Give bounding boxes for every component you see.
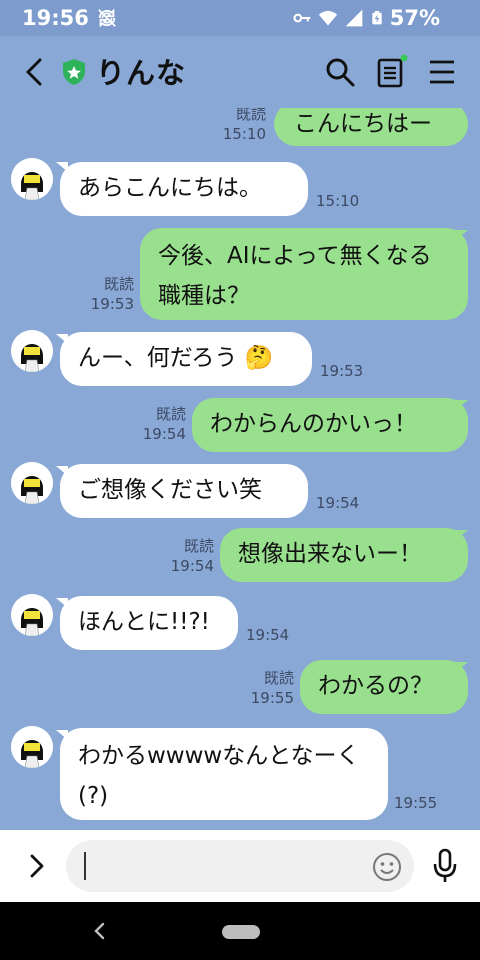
avatar[interactable]	[11, 330, 53, 372]
message-time: 19:54	[316, 494, 360, 512]
chat-title: りんな	[96, 56, 187, 90]
avatar-image	[11, 462, 53, 504]
chat-header: りんな	[0, 36, 480, 108]
wifi-icon	[318, 10, 337, 26]
smiley-icon[interactable]	[372, 852, 402, 882]
message-text: 今後、AIによって無くなる職種は？	[158, 243, 432, 309]
chat-area[interactable]: こんにちはー 既読 15:10 あらこんにちは。 15:10 今後、AIによって…	[0, 108, 480, 830]
status-bar: 19:56 57%	[0, 0, 480, 36]
message-time: 19:55	[250, 689, 294, 707]
read-receipt: 既読	[103, 275, 134, 293]
avatar[interactable]	[11, 594, 53, 636]
note-icon[interactable]	[374, 54, 408, 90]
status-indicators: 57%	[292, 6, 440, 30]
avatar-image	[11, 594, 53, 636]
message-meta: 既読 19:54	[158, 536, 214, 576]
avatar-image	[11, 158, 53, 200]
message-text: んー、何だろう	[78, 345, 238, 371]
sync-off-icon	[98, 8, 116, 28]
message-time: 19:53	[90, 295, 134, 313]
system-nav-bar	[0, 902, 480, 960]
signal-icon	[345, 9, 363, 27]
message-time: 19:53	[320, 362, 364, 380]
message-text: わからんのかいっ！	[210, 411, 417, 437]
message-time: 15:10	[222, 125, 266, 143]
received-message[interactable]: ご想像ください笑	[60, 464, 308, 518]
shield-star-icon	[63, 59, 85, 85]
avatar-image	[11, 330, 53, 372]
avatar[interactable]	[11, 158, 53, 200]
status-time: 19:56	[22, 6, 89, 30]
sent-message[interactable]: わからんのかいっ！	[192, 398, 468, 452]
message-meta: 既読 19:53	[78, 274, 134, 314]
received-message[interactable]: あらこんにちは。	[60, 162, 308, 216]
hamburger-menu-icon[interactable]	[428, 58, 456, 86]
sent-message[interactable]: 今後、AIによって無くなる職種は？	[140, 228, 468, 320]
vpn-key-icon	[293, 13, 311, 23]
chevron-right-icon[interactable]	[22, 850, 52, 882]
chevron-left-icon[interactable]	[20, 54, 48, 90]
message-time: 19:54	[246, 626, 290, 644]
message-meta: 既読 15:10	[210, 108, 266, 144]
message-text: 想像出来ないー！	[238, 541, 422, 567]
received-message[interactable]: わかるwwwwなんとなーく(?)	[60, 728, 388, 820]
sent-message[interactable]: こんにちはー	[274, 108, 468, 146]
message-time: 19:55	[394, 794, 438, 812]
nav-back-icon[interactable]	[90, 920, 110, 942]
read-receipt: 既読	[183, 537, 214, 555]
message-time: 19:54	[170, 557, 214, 575]
text-caret	[84, 852, 86, 880]
avatar[interactable]	[11, 726, 53, 768]
sent-message[interactable]: わかるの？	[300, 660, 468, 714]
message-text: わかるwwwwなんとなーく(?)	[78, 743, 360, 809]
received-message[interactable]: んー、何だろう 🤔	[60, 332, 312, 386]
received-message[interactable]: ほんとに!!?!	[60, 596, 238, 650]
message-time: 19:54	[142, 425, 186, 443]
sent-message[interactable]: 想像出来ないー！	[220, 528, 468, 582]
message-time: 15:10	[316, 192, 360, 210]
message-meta: 既読 19:54	[130, 404, 186, 444]
battery-charging-icon	[372, 11, 382, 25]
message-text: こんにちはー	[294, 111, 432, 137]
read-receipt: 既読	[155, 405, 186, 423]
thinking-face-emoji: 🤔	[244, 345, 274, 371]
message-text: あらこんにちは。	[78, 175, 262, 201]
battery-percent: 57%	[389, 6, 440, 30]
message-text: ほんとに!!?!	[78, 609, 210, 635]
search-icon[interactable]	[324, 56, 356, 88]
message-text: ご想像ください笑	[78, 477, 262, 503]
message-input-bar	[0, 830, 480, 902]
nav-home-pill[interactable]	[222, 925, 260, 939]
read-receipt: 既読	[263, 669, 294, 687]
message-meta: 既読 19:55	[238, 668, 294, 708]
avatar-image	[11, 726, 53, 768]
read-receipt: 既読	[235, 108, 266, 123]
message-input[interactable]	[66, 840, 414, 892]
message-text: わかるの？	[318, 673, 433, 699]
microphone-icon[interactable]	[432, 848, 458, 884]
avatar[interactable]	[11, 462, 53, 504]
